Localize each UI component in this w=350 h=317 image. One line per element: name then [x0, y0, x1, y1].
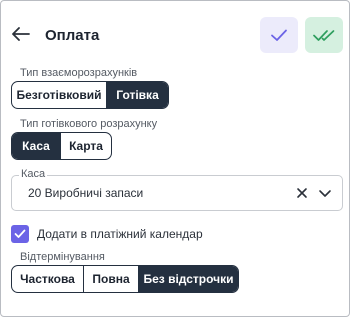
option-card[interactable]: Карта	[60, 133, 111, 159]
payment-calendar-row: Додати в платіжний календар	[11, 224, 203, 244]
confirm-all-button[interactable]	[305, 17, 343, 53]
option-partial[interactable]: Часткова	[12, 266, 83, 292]
chevron-down-icon[interactable]	[318, 186, 332, 200]
arrow-left-icon	[12, 27, 30, 41]
deferral-label: Відтермінування	[19, 251, 106, 263]
cashbox-value: 20 Виробничі запаси	[28, 186, 144, 200]
option-cash[interactable]: Готівка	[106, 82, 168, 108]
back-button[interactable]	[10, 23, 32, 45]
option-no-deferral[interactable]: Без відстрочки	[138, 266, 238, 292]
cash-type-label: Тип готівкового розрахунку	[19, 118, 159, 130]
check-icon	[271, 29, 287, 41]
option-cashless[interactable]: Безготівковий	[12, 82, 106, 108]
panel-header: Оплата	[1, 1, 349, 67]
option-cashbox[interactable]: Каса	[12, 133, 60, 159]
close-icon[interactable]	[295, 186, 309, 200]
cashbox-label: Каса	[19, 168, 48, 180]
cashbox-select[interactable]: 20 Виробничі запаси	[11, 175, 343, 211]
settlement-type-label: Тип взаєморозрахунків	[19, 67, 139, 79]
confirm-button[interactable]	[260, 17, 298, 53]
deferral-toggle: Часткова Повна Без відстрочки	[11, 265, 239, 293]
payment-calendar-checkbox[interactable]	[11, 225, 29, 243]
payment-calendar-label[interactable]: Додати в платіжний календар	[37, 227, 203, 241]
payment-panel: Оплата Тип взаєморозрахунків Безготівков…	[0, 0, 350, 317]
cash-type-toggle: Каса Карта	[11, 132, 112, 160]
option-full[interactable]: Повна	[83, 266, 138, 292]
double-check-icon	[313, 30, 335, 41]
settlement-type-toggle: Безготівковий Готівка	[11, 81, 169, 109]
check-icon	[14, 229, 26, 238]
page-title: Оплата	[45, 27, 100, 44]
